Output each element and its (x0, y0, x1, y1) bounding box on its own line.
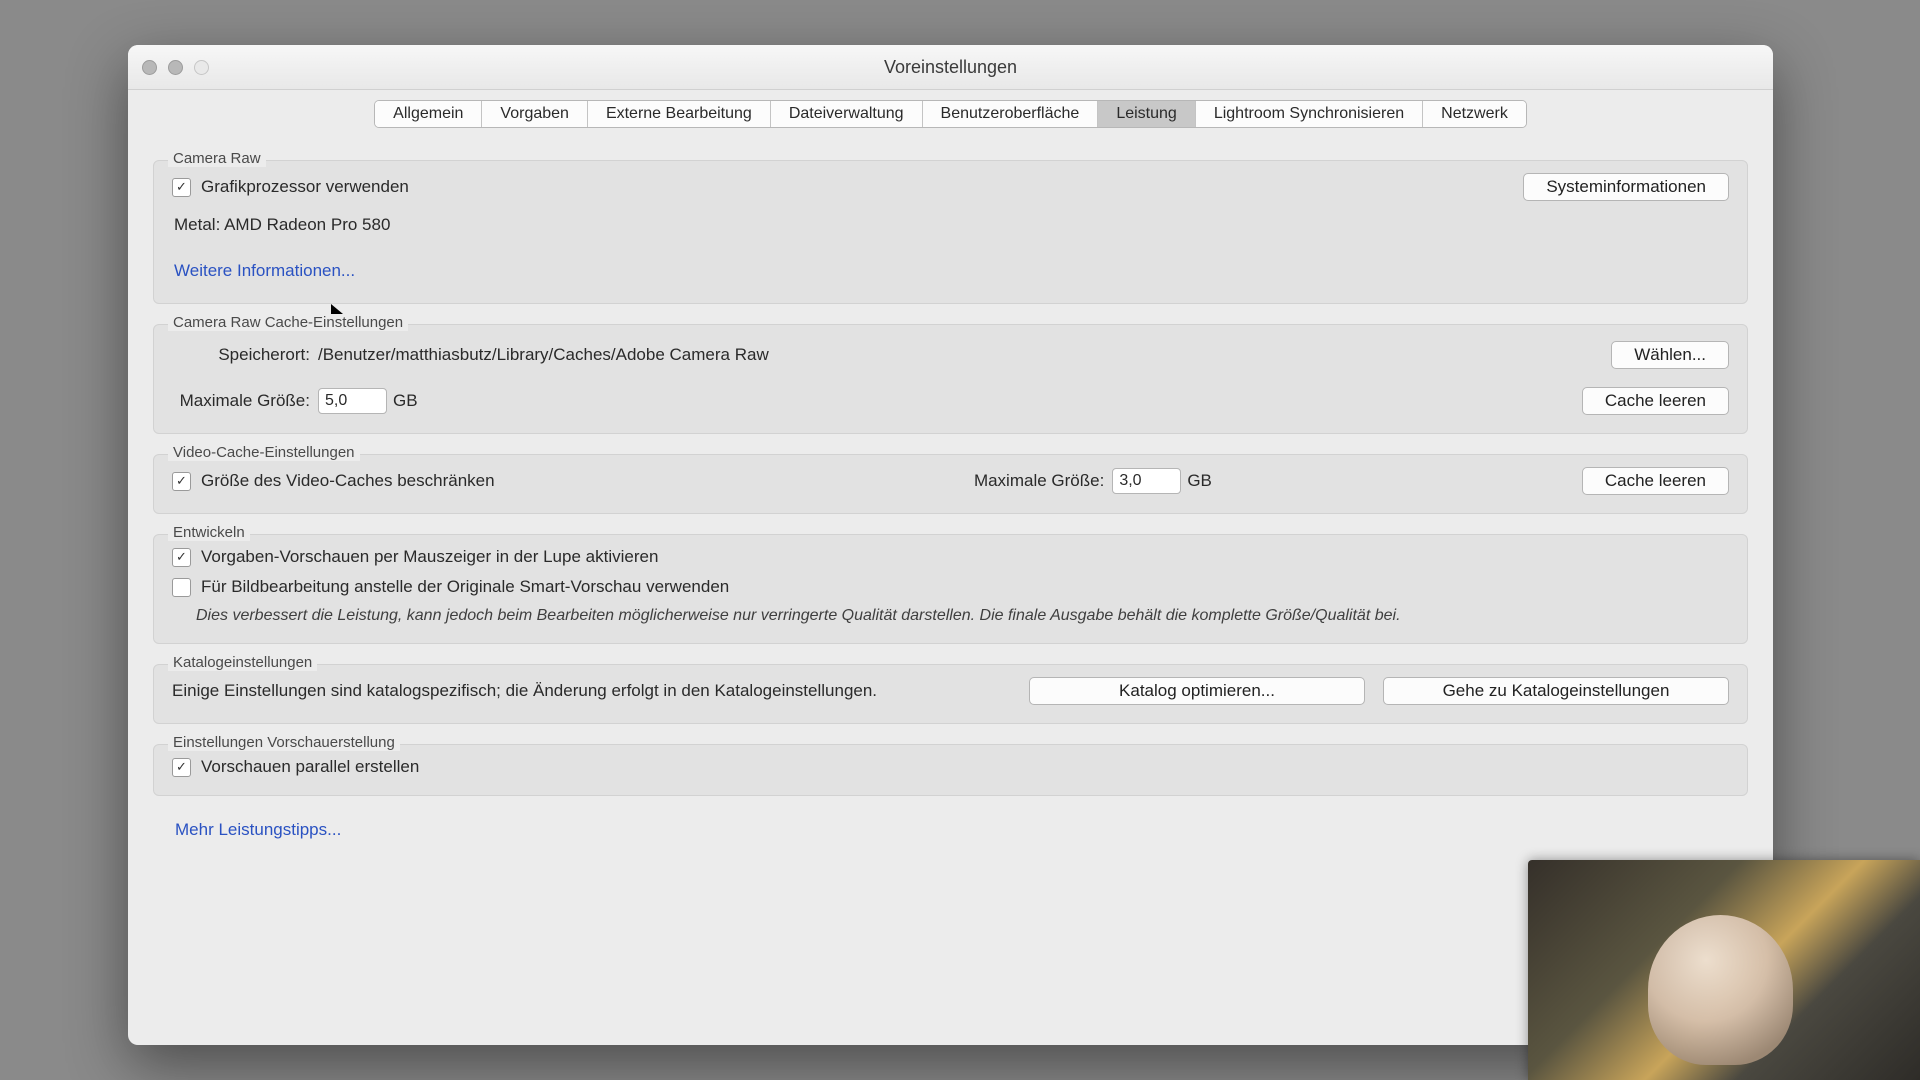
tab-externe-bearbeitung[interactable]: Externe Bearbeitung (588, 101, 771, 127)
group-title: Entwickeln (168, 524, 250, 541)
window-title: Voreinstellungen (128, 57, 1773, 78)
purge-video-cache-button[interactable]: Cache leeren (1582, 467, 1729, 495)
parallel-previews-checkbox[interactable]: ✓ (172, 758, 191, 777)
smart-preview-label: Für Bildbearbeitung anstelle der Origina… (201, 577, 729, 597)
webcam-overlay (1528, 860, 1920, 1080)
tab-vorgaben[interactable]: Vorgaben (482, 101, 588, 127)
group-catalog: Katalogeinstellungen Einige Einstellunge… (153, 664, 1748, 724)
group-develop: Entwickeln ✓ Vorgaben-Vorschauen per Mau… (153, 534, 1748, 644)
video-max-size-label: Maximale Größe: (974, 471, 1104, 491)
limit-video-cache-label: Größe des Video-Caches beschränken (201, 471, 495, 491)
gpu-checkbox[interactable]: ✓ (172, 178, 191, 197)
choose-location-button[interactable]: Wählen... (1611, 341, 1729, 369)
preset-hover-checkbox[interactable]: ✓ (172, 548, 191, 567)
system-info-button[interactable]: Systeminformationen (1523, 173, 1729, 201)
more-performance-tips-link[interactable]: Mehr Leistungstipps... (175, 820, 1748, 840)
tab-benutzeroberfläche[interactable]: Benutzeroberfläche (923, 101, 1099, 127)
more-info-link[interactable]: Weitere Informationen... (174, 261, 1729, 281)
limit-video-cache-checkbox[interactable]: ✓ (172, 472, 191, 491)
tabbar: AllgemeinVorgabenExterne BearbeitungDate… (128, 90, 1773, 128)
goto-catalog-settings-button[interactable]: Gehe zu Katalogeinstellungen (1383, 677, 1729, 705)
group-video-cache: Video-Cache-Einstellungen ✓ Größe des Vi… (153, 454, 1748, 514)
preset-hover-label: Vorgaben-Vorschauen per Mauszeiger in de… (201, 547, 658, 567)
unit-label: GB (1187, 471, 1212, 491)
titlebar: Voreinstellungen (128, 45, 1773, 90)
video-max-size-input[interactable]: 3,0 (1112, 468, 1181, 494)
parallel-previews-label: Vorschauen parallel erstellen (201, 757, 419, 777)
group-title: Camera Raw (168, 150, 266, 167)
max-size-input[interactable]: 5,0 (318, 388, 387, 414)
cache-location-value: /Benutzer/matthiasbutz/Library/Caches/Ad… (318, 345, 769, 365)
purge-cache-button[interactable]: Cache leeren (1582, 387, 1729, 415)
tab-dateiverwaltung[interactable]: Dateiverwaltung (771, 101, 923, 127)
smart-preview-checkbox[interactable]: ✓ (172, 578, 191, 597)
tab-netzwerk[interactable]: Netzwerk (1423, 101, 1526, 127)
tab-lightroom-synchronisieren[interactable]: Lightroom Synchronisieren (1196, 101, 1423, 127)
catalog-text: Einige Einstellungen sind katalogspezifi… (172, 681, 877, 701)
group-title: Camera Raw Cache-Einstellungen (168, 314, 408, 331)
cache-location-label: Speicherort: (172, 345, 310, 365)
tab-allgemein[interactable]: Allgemein (375, 101, 482, 127)
content-area: Camera Raw ✓ Grafikprozessor verwenden S… (128, 128, 1773, 850)
unit-label: GB (393, 391, 418, 411)
optimize-catalog-button[interactable]: Katalog optimieren... (1029, 677, 1365, 705)
group-title: Katalogeinstellungen (168, 654, 317, 671)
tab-leistung[interactable]: Leistung (1098, 101, 1196, 127)
group-cr-cache: Camera Raw Cache-Einstellungen Speichero… (153, 324, 1748, 434)
preferences-window: Voreinstellungen AllgemeinVorgabenExtern… (128, 45, 1773, 1045)
group-camera-raw: Camera Raw ✓ Grafikprozessor verwenden S… (153, 160, 1748, 304)
group-preview-generation: Einstellungen Vorschauerstellung ✓ Vorsc… (153, 744, 1748, 796)
group-title: Video-Cache-Einstellungen (168, 444, 360, 461)
gpu-checkbox-label: Grafikprozessor verwenden (201, 177, 409, 197)
max-size-label: Maximale Größe: (172, 391, 310, 411)
gpu-info-line: Metal: AMD Radeon Pro 580 (174, 215, 1729, 235)
smart-preview-hint: Dies verbessert die Leistung, kann jedoc… (196, 607, 1729, 625)
group-title: Einstellungen Vorschauerstellung (168, 734, 400, 751)
